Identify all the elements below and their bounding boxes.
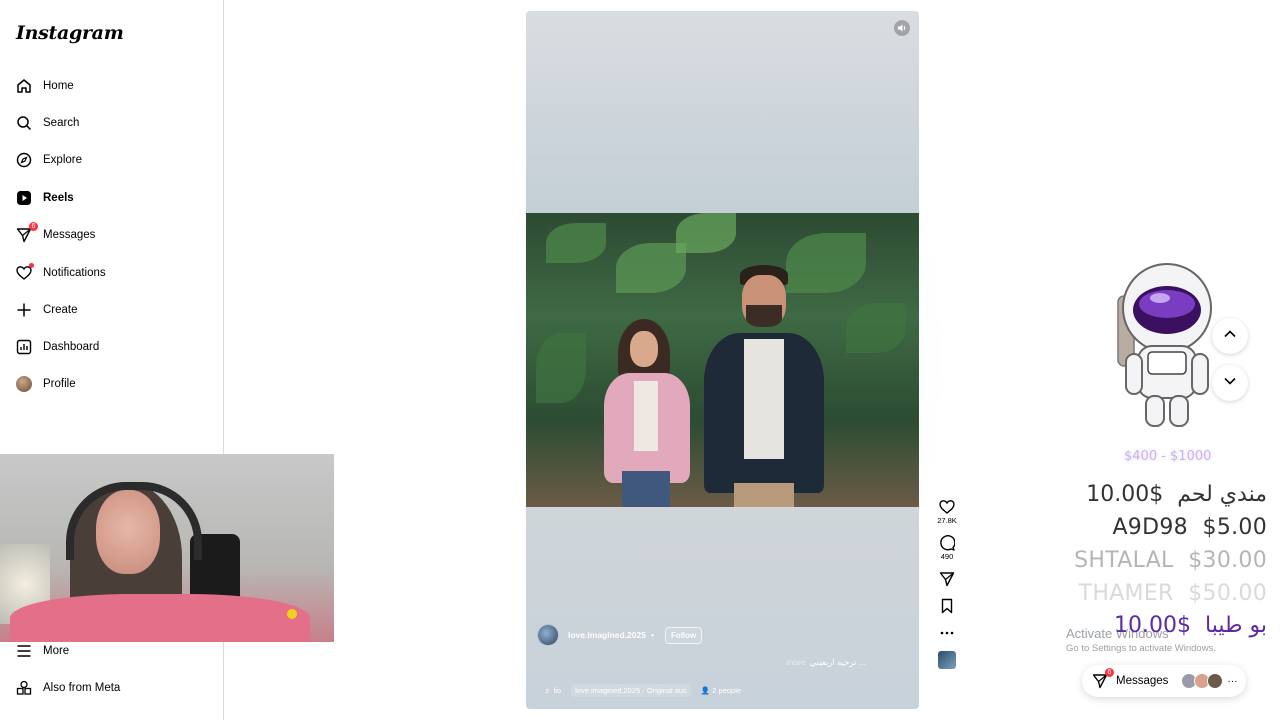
reel-actions: 27.8K 490 (935, 498, 959, 678)
separator: • (650, 630, 654, 640)
person-icon: 👤 (700, 686, 711, 695)
sidebar-item-profile[interactable]: Profile (16, 372, 76, 396)
menu-icon (16, 643, 32, 659)
sidebar-item-messages[interactable]: 6 Messages (16, 222, 96, 247)
sidebar-item-explore[interactable]: Explore (16, 148, 82, 172)
chevron-down-icon (1223, 374, 1237, 393)
caption-more-link[interactable]: more (786, 657, 805, 668)
more-indicator: ··· (1227, 675, 1238, 687)
sidebar-item-label: Explore (43, 154, 82, 166)
sidebar-item-reels[interactable]: Reels (16, 186, 74, 210)
follow-button[interactable]: Follow (664, 626, 703, 644)
tagged-people[interactable]: 👤 2 people (701, 686, 741, 695)
reel-author: love.imagined.2025 • Follow (537, 624, 703, 646)
donation-goal: $400 - $1000 (1124, 449, 1212, 464)
donation-entry: A9D98 $5.00 (1112, 515, 1267, 540)
compass-icon (16, 152, 32, 168)
sidebar-item-also-from-meta[interactable]: Also from Meta (16, 676, 120, 700)
author-avatar[interactable] (537, 624, 559, 646)
avatar (16, 376, 32, 392)
plus-icon (16, 302, 32, 318)
reel-video[interactable] (526, 213, 919, 507)
comment-button[interactable]: 490 (938, 534, 956, 561)
reel-meta: ♬ lio love.imagined.2025 · Original auc … (544, 684, 741, 697)
astronaut-mascot (1112, 258, 1222, 436)
search-icon (16, 115, 32, 131)
sidebar-item-label: Also from Meta (43, 682, 121, 694)
messages-pill[interactable]: 6 Messages ··· (1082, 665, 1246, 697)
recent-avatars (1181, 673, 1224, 689)
like-count: 27.8K (937, 516, 957, 525)
chevron-up-icon (1223, 327, 1237, 346)
like-button[interactable]: 27.8K (937, 498, 957, 525)
notification-badge: 6 (29, 222, 38, 231)
donation-entry: بو طيبا $10.00 (1114, 613, 1267, 638)
save-button[interactable] (938, 597, 956, 615)
sidebar-item-label: Notifications (43, 267, 106, 279)
notification-dot (29, 263, 34, 268)
bookmark-icon (938, 597, 956, 615)
sidebar-item-home[interactable]: Home (16, 74, 74, 98)
sidebar-item-more[interactable]: More (16, 639, 69, 663)
donation-entry: SHTALAL $30.00 (1074, 548, 1267, 573)
sidebar-item-label: Dashboard (43, 341, 100, 353)
activation-subtitle: Go to Settings to activate Windows. (1066, 643, 1216, 654)
dashboard-icon (16, 339, 32, 355)
share-button[interactable] (938, 570, 956, 588)
sidebar-item-search[interactable]: Search (16, 111, 79, 135)
donation-entry: مندي لحم $10.00 (1086, 482, 1267, 507)
speaker-icon[interactable] (894, 20, 910, 36)
comment-icon (938, 534, 956, 552)
sidebar-item-notifications[interactable]: Notifications (16, 261, 106, 285)
messenger-icon: 6 (1092, 668, 1114, 689)
reel-caption[interactable]: more ترجيه اربعيني ... (786, 657, 866, 668)
sidebar-item-dashboard[interactable]: Dashboard (16, 335, 99, 359)
sidebar-item-label: Messages (43, 229, 96, 241)
more-options-button[interactable] (938, 624, 956, 642)
donation-entry: THAMER $50.00 (1078, 581, 1267, 606)
send-icon (938, 570, 956, 588)
instagram-logo[interactable]: Instagram (16, 22, 124, 44)
music-note-icon: ♬ (544, 686, 552, 695)
sidebar-item-label: Home (43, 80, 74, 92)
headset (66, 482, 202, 560)
author-username[interactable]: love.imagined.2025 (568, 630, 646, 640)
home-icon (16, 78, 32, 94)
sidebar-item-label: Search (43, 117, 80, 129)
sidebar-item-label: Reels (43, 192, 74, 204)
audio-thumbnail[interactable] (938, 651, 956, 669)
sidebar-item-label: More (43, 645, 70, 657)
reel-player[interactable]: love.imagined.2025 • Follow more ترجيه ا… (526, 11, 919, 709)
sidebar-item-label: Create (43, 304, 78, 316)
person-man (704, 253, 824, 507)
sidebar-item-create[interactable]: Create (16, 298, 78, 322)
comment-count: 490 (940, 552, 954, 561)
messenger-icon: 6 (16, 222, 38, 243)
reels-icon (16, 190, 32, 206)
heart-icon (938, 498, 956, 516)
heart-icon (16, 263, 34, 281)
sidebar-item-label: Profile (43, 378, 76, 390)
notification-badge: 6 (1105, 668, 1114, 677)
person-woman (596, 311, 696, 507)
ellipsis-icon (938, 624, 956, 642)
messages-label: Messages (1116, 675, 1169, 687)
audio-prefix[interactable]: ♬ lio (544, 686, 561, 695)
webcam-overlay (0, 454, 334, 642)
audio-link[interactable]: love.imagined.2025 · Original auc (571, 684, 691, 697)
caption-text: ترجيه اربعيني ... (809, 657, 866, 667)
meta-icon (16, 680, 32, 696)
